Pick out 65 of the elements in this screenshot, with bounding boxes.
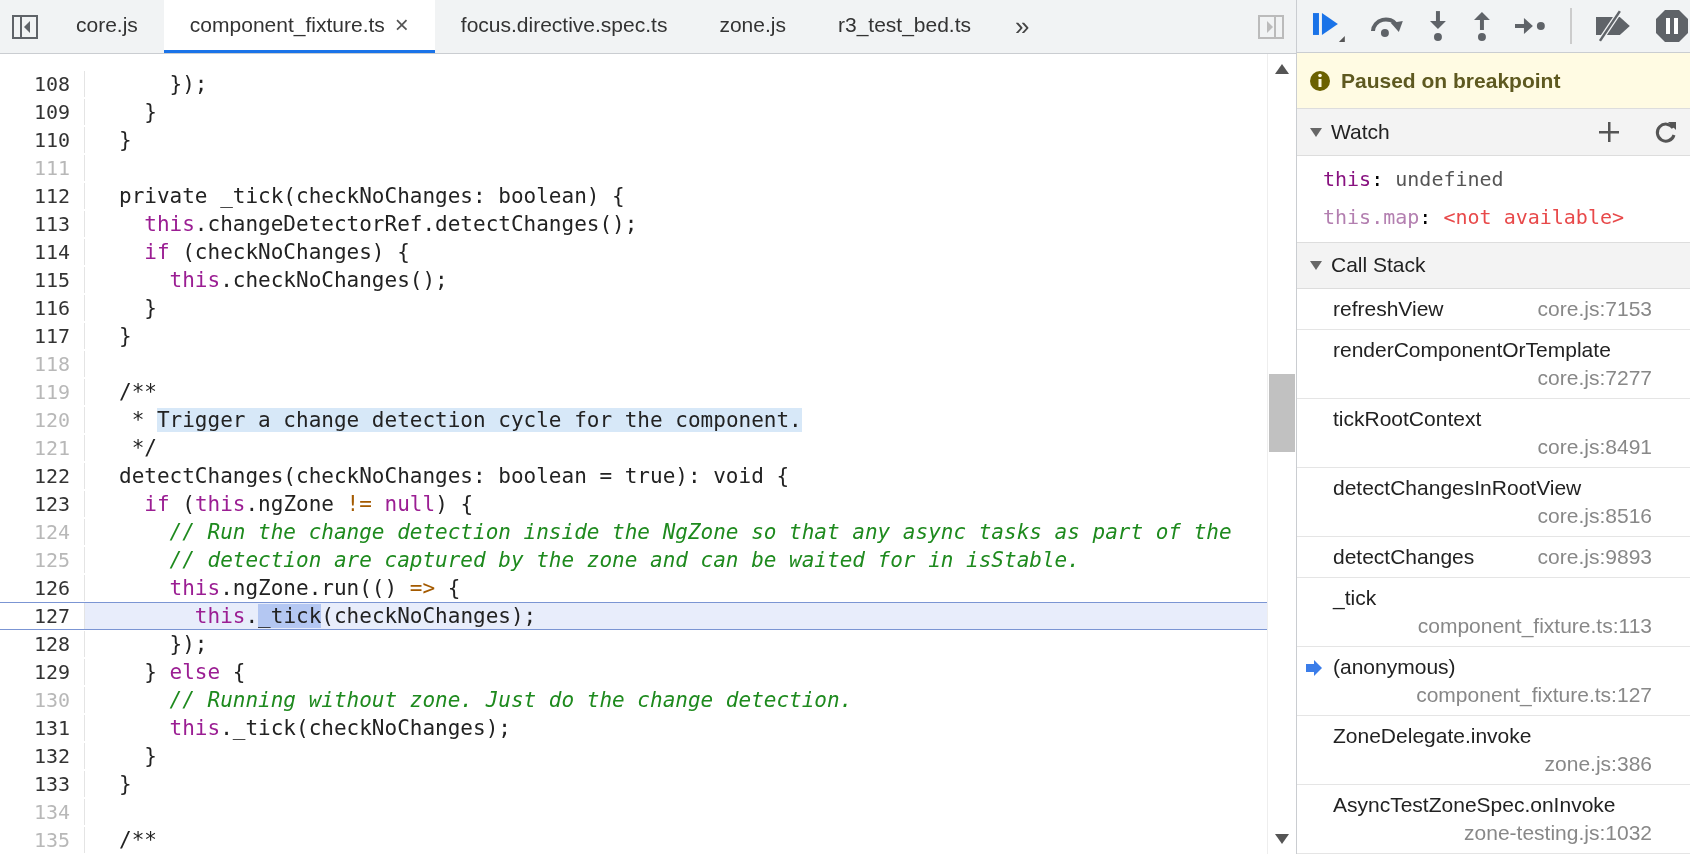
stack-frame-location[interactable]: component_fixture.ts:113 (1417, 612, 1652, 640)
refresh-icon[interactable] (1654, 120, 1678, 145)
stack-frame-name[interactable]: ZoneDelegate.invoke (1333, 722, 1532, 750)
info-icon (1309, 69, 1331, 92)
code-line: // Run the change detection inside the NgZone so that any async tasks as part of the (168, 519, 1232, 545)
stack-frame-name[interactable]: AsyncTestZoneSpec.onInvoke (1333, 791, 1616, 819)
stack-frame-name[interactable]: tickRootContext (1333, 405, 1482, 433)
navigator-toggle-icon[interactable] (12, 14, 38, 39)
code-line: } (143, 743, 157, 769)
code-line: // Running without zone. Just do the change detection. (168, 687, 853, 713)
code-line: private _tick(checkNoChanges: boolean) { (119, 183, 625, 209)
code-line: /** (119, 827, 157, 853)
stack-frame-location[interactable]: core.js:7153 (1537, 295, 1652, 323)
stack-frame-name[interactable]: detectChanges (1333, 543, 1475, 571)
stack-frame-name[interactable]: detectChangesInRootView (1333, 474, 1582, 502)
code-line: this._tick(checkNoChanges); (193, 603, 537, 629)
deactivate-breakpoints-icon[interactable] (1594, 9, 1632, 44)
stack-frame-location[interactable]: core.js:8491 (1537, 433, 1652, 461)
file-tab[interactable]: r3_test_bed.ts (811, 0, 998, 53)
code-line: detectChanges(checkNoChanges: boolean = true): void { (119, 463, 790, 489)
more-tabs-button[interactable]: » (997, 0, 1048, 53)
watch-expression[interactable]: this.map: <not available> (1297, 197, 1690, 236)
stack-frame-name[interactable]: renderComponentOrTemplate (1333, 336, 1611, 364)
stack-frame-location[interactable]: zone.js:386 (1544, 750, 1652, 778)
code-line: } (119, 771, 132, 797)
scrollbar-thumb[interactable] (1269, 374, 1295, 452)
sidebar-toggle-icon[interactable] (1258, 14, 1284, 39)
file-tab[interactable]: focus.directive.spec.ts (434, 0, 694, 53)
scroll-down-icon[interactable] (1275, 834, 1289, 844)
watch-expression[interactable]: this: undefined (1297, 159, 1690, 198)
stack-frame-location[interactable]: component_fixture.ts:127 (1416, 681, 1652, 709)
code-line: if (checkNoChanges) { (143, 239, 410, 265)
current-frame-arrow-icon (1305, 659, 1323, 677)
code-line: } else { (143, 659, 246, 685)
code-line: * Trigger a change detection cycle for the component. (130, 407, 802, 433)
stack-frame-location[interactable]: core.js:8516 (1537, 502, 1652, 530)
code-line: this._tick(checkNoChanges); (168, 715, 511, 741)
code-line: this.checkNoChanges(); (168, 267, 448, 293)
stack-frame-location[interactable]: core.js:9893 (1537, 543, 1652, 571)
line-number[interactable]: 127 (0, 603, 85, 629)
code-line: // detection are captured by the zone and can be waited for in isStable. (168, 547, 1080, 573)
paused-status: Paused on breakpoint (1341, 68, 1561, 93)
code-line: } (119, 127, 132, 153)
stack-frame-name[interactable]: _tick (1333, 584, 1377, 612)
code-line: } (143, 295, 157, 321)
code-line: if (this.ngZone != null) { (143, 491, 474, 517)
file-tab[interactable]: component_fixture.ts × (163, 0, 435, 53)
code-line: } (119, 323, 132, 349)
close-icon[interactable]: × (394, 11, 409, 39)
code-line: } (143, 99, 157, 125)
code-line: }); (168, 631, 208, 657)
file-tab[interactable]: core.js (50, 0, 164, 53)
scroll-up-icon[interactable] (1275, 64, 1289, 74)
code-line: this.ngZone.run(() => { (168, 575, 461, 601)
stack-frame-location[interactable]: core.js:7277 (1537, 364, 1652, 392)
code-line: */ (130, 435, 157, 461)
stack-frame-name[interactable]: (anonymous) (1333, 653, 1456, 681)
code-line: this.changeDetectorRef.detectChanges(); (143, 211, 638, 237)
file-tab[interactable]: zone.js (693, 0, 812, 53)
stack-frame-name[interactable]: refreshView (1333, 295, 1444, 323)
add-icon[interactable] (1598, 121, 1620, 144)
code-line: }); (168, 71, 208, 97)
pause-icon[interactable] (1654, 8, 1690, 45)
code-line: /** (119, 379, 157, 405)
stack-frame-location[interactable]: zone-testing.js:1032 (1464, 819, 1652, 847)
